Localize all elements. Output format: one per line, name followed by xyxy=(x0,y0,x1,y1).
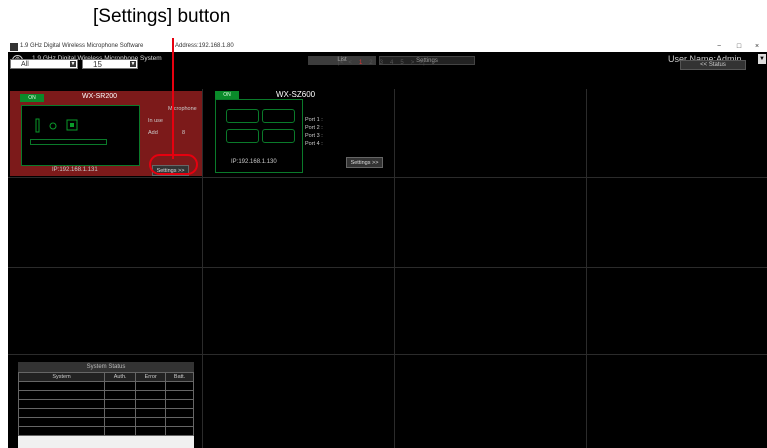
system-status-title: System Status xyxy=(18,362,194,372)
device-bar xyxy=(30,139,107,145)
table-row xyxy=(18,399,194,409)
annotation-label: [Settings] button xyxy=(93,6,231,27)
system-status-panel: System Status System Auth. Error Batt. xyxy=(18,362,194,448)
status-badge: ON xyxy=(215,91,239,99)
table-row xyxy=(18,426,194,436)
device-model: WX-SR200 xyxy=(82,93,118,100)
pager-prev[interactable]: < xyxy=(348,60,352,66)
table-row xyxy=(18,390,194,400)
table-row xyxy=(18,417,194,427)
window-title: 1.9 GHz Digital Wireless Microphone Soft… xyxy=(20,43,144,49)
count-filter-select[interactable]: 15 ▼ xyxy=(82,59,138,69)
column-header: Error xyxy=(135,372,167,382)
port-label: Port 1 : xyxy=(305,117,323,123)
pager: |< < 1 2 3 4 5 > >| xyxy=(338,60,425,66)
app-icon xyxy=(10,43,18,51)
pager-page[interactable]: 5 xyxy=(400,60,404,66)
group-filter-select[interactable]: All ▼ xyxy=(10,59,78,69)
grid-divider xyxy=(8,354,767,355)
pager-next[interactable]: > xyxy=(411,60,415,66)
application-window: 1.9 GHz Digital Wireless Microphone Soft… xyxy=(8,42,767,448)
pager-first[interactable]: |< xyxy=(338,60,344,66)
status-toggle-button[interactable]: << Status xyxy=(680,60,746,70)
column-header: Batt. xyxy=(165,372,194,382)
table-row xyxy=(18,381,194,391)
pager-last[interactable]: >| xyxy=(419,60,425,66)
system-status-table: System Auth. Error Batt. xyxy=(18,372,194,436)
chevron-down-icon[interactable]: ▼ xyxy=(70,61,76,67)
close-button[interactable]: × xyxy=(748,42,766,52)
column-header: System xyxy=(18,372,105,382)
port-label: Port 3 : xyxy=(305,133,323,139)
grid-divider xyxy=(586,89,587,448)
column-header: Auth. xyxy=(103,372,137,382)
add-label: Add xyxy=(148,130,158,136)
maximize-button[interactable]: □ xyxy=(730,42,748,52)
device-image xyxy=(21,105,140,166)
group-filter-value: All xyxy=(21,61,29,68)
pager-page[interactable]: 3 xyxy=(380,60,384,66)
annotation-line xyxy=(172,38,174,159)
microphone-icon xyxy=(28,118,98,134)
device-model: WX-SZ600 xyxy=(276,90,316,99)
grid-divider xyxy=(202,89,203,448)
pager-page[interactable]: 4 xyxy=(390,60,394,66)
minimize-button[interactable]: − xyxy=(710,42,728,52)
chevron-down-icon[interactable]: ▼ xyxy=(130,61,136,67)
port-slot xyxy=(226,109,259,123)
port-label: Port 2 : xyxy=(305,125,323,131)
table-row xyxy=(18,408,194,418)
annotation-highlight xyxy=(149,154,198,175)
status-badge: ON xyxy=(20,94,44,102)
grid-divider xyxy=(8,267,767,268)
window-address: Address:192.168.1.80 xyxy=(175,43,234,49)
port-slot xyxy=(226,129,259,143)
add-value: 8 xyxy=(182,130,186,136)
in-use-label: In use xyxy=(148,118,163,124)
device-ip: IP:192.168.1.131 xyxy=(52,167,98,173)
grid-divider xyxy=(8,177,767,178)
port-slot xyxy=(262,129,295,143)
chevron-down-icon[interactable]: ▼ xyxy=(758,54,766,64)
grid-divider xyxy=(394,89,395,448)
count-filter-value: 15 xyxy=(93,60,102,69)
port-slot xyxy=(262,109,295,123)
device-ip: IP:192.168.1.130 xyxy=(231,159,277,165)
pager-page[interactable]: 1 xyxy=(359,60,363,66)
title-bar: 1.9 GHz Digital Wireless Microphone Soft… xyxy=(8,42,767,52)
port-label: Port 4 : xyxy=(305,141,323,147)
pager-page[interactable]: 2 xyxy=(369,60,373,66)
settings-button[interactable]: Settings >> xyxy=(346,157,383,168)
